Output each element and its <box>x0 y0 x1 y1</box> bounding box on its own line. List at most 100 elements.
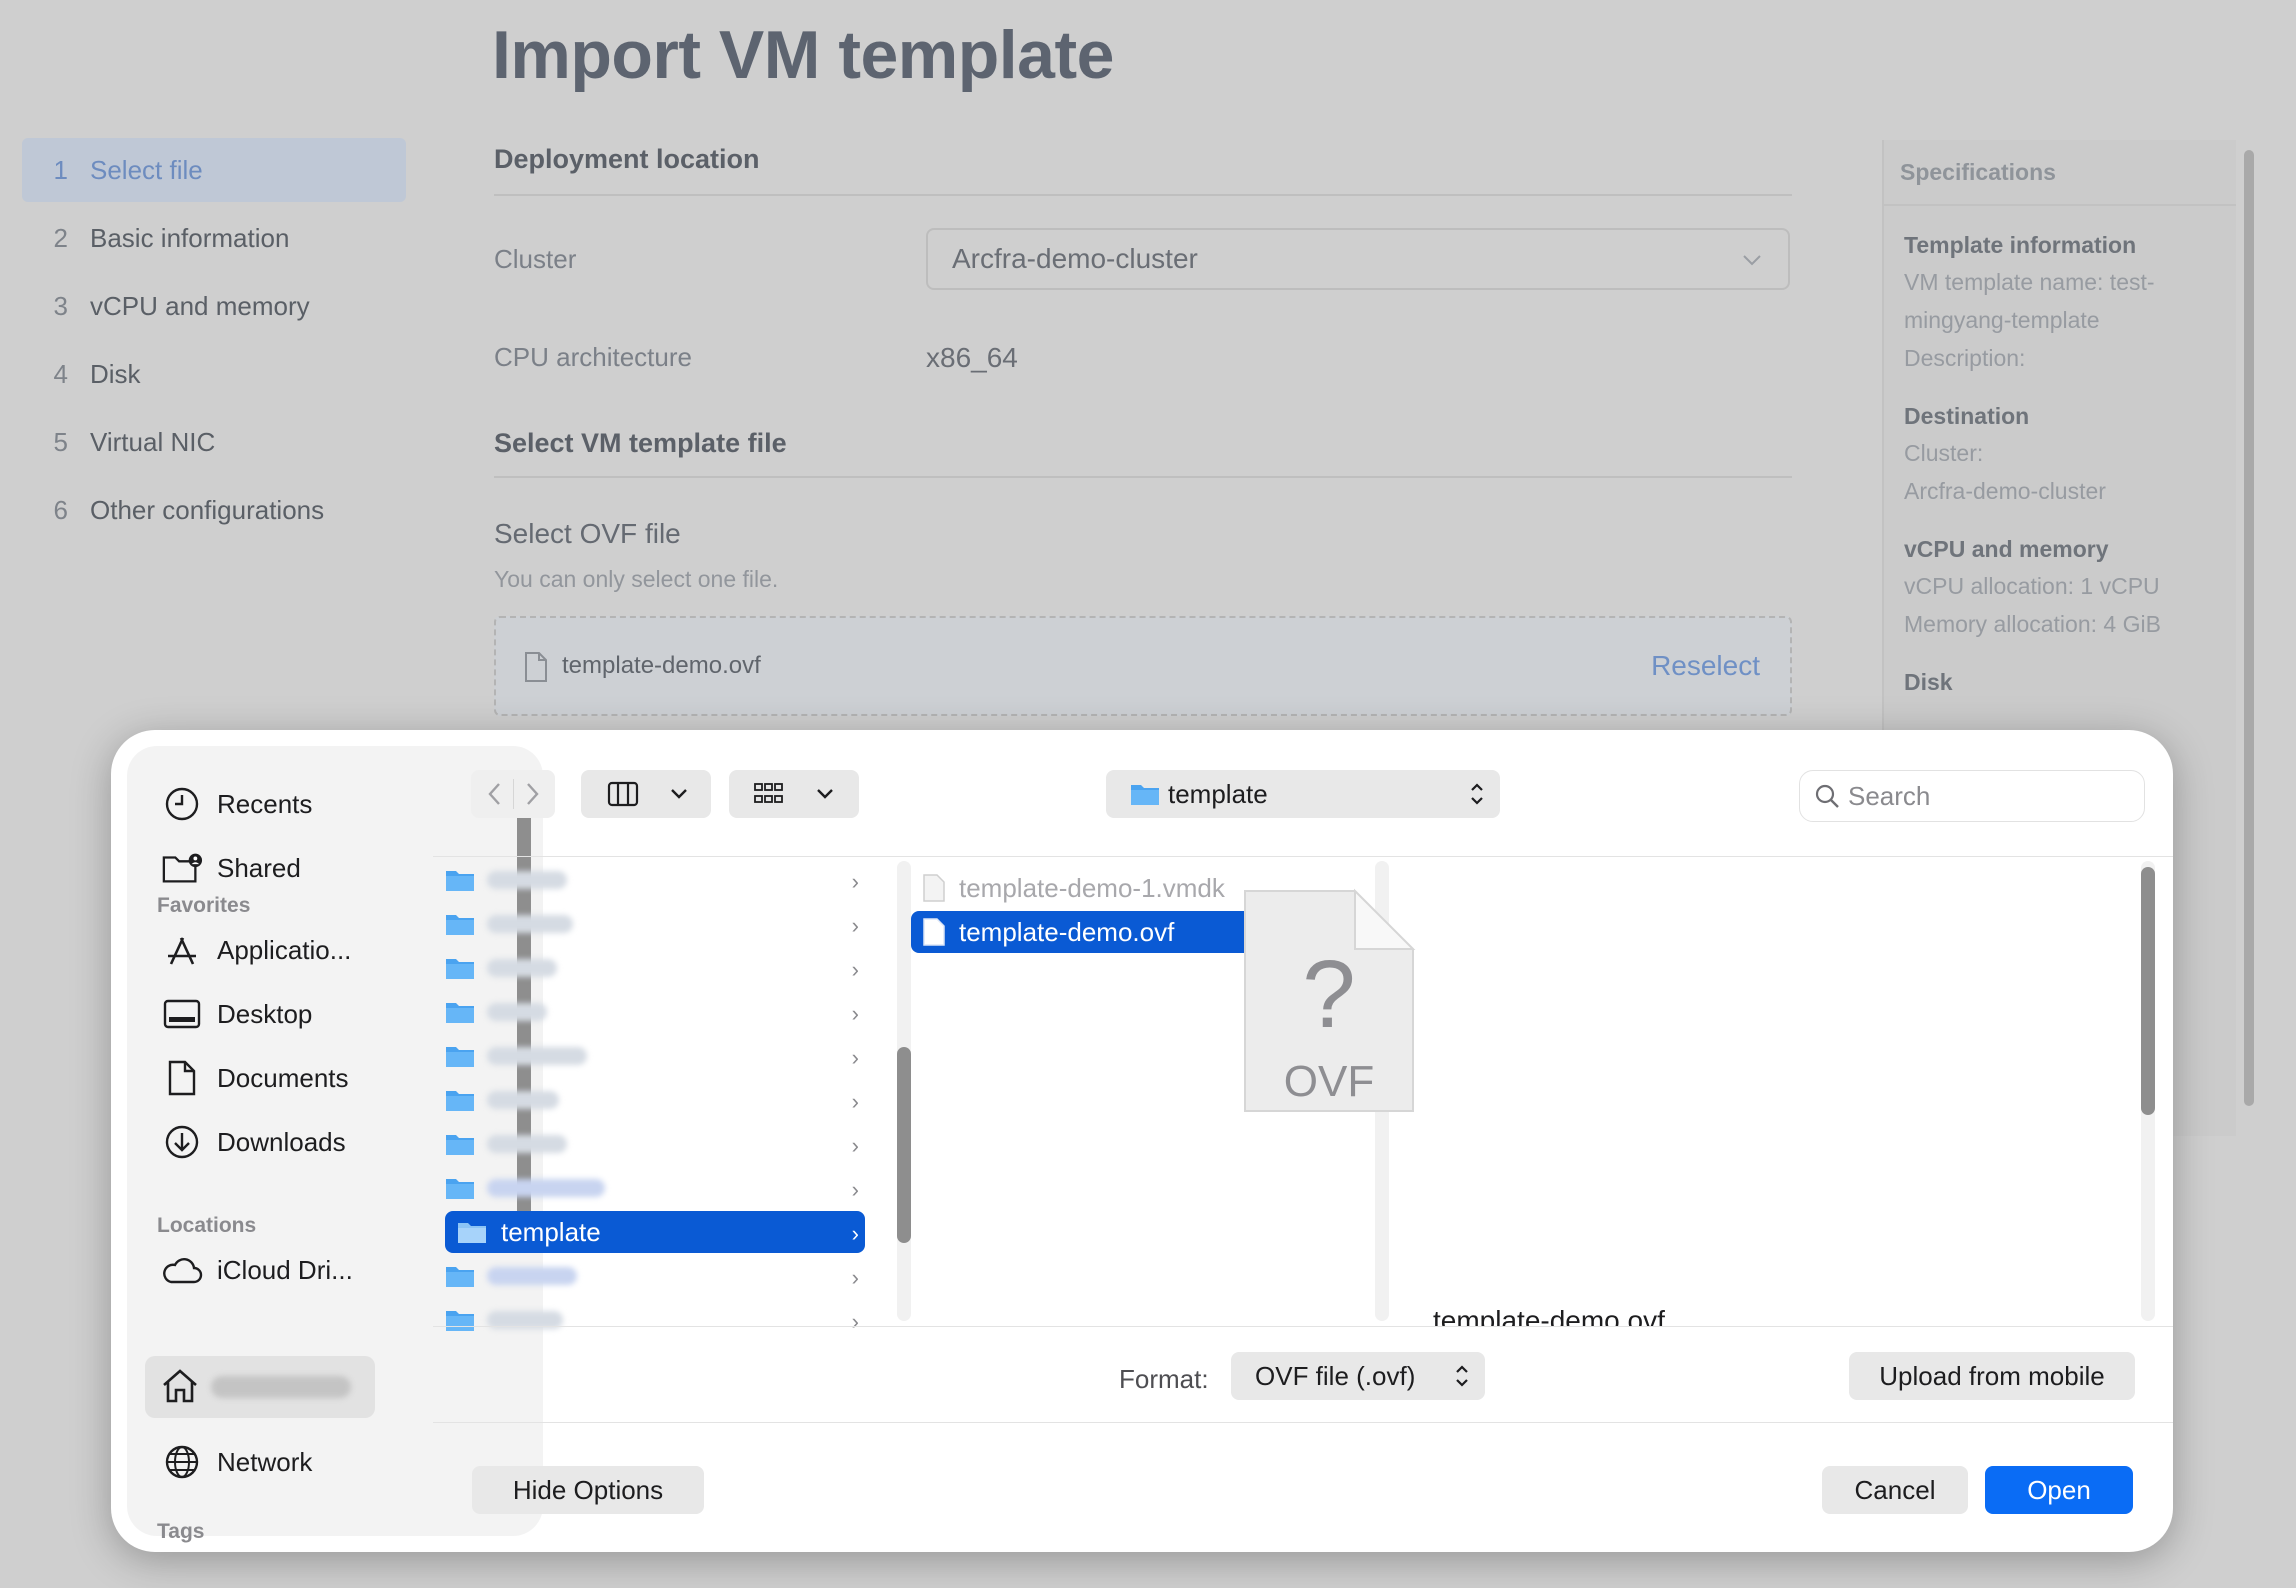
group-mode-button[interactable] <box>729 770 859 818</box>
home-icon <box>161 1368 199 1409</box>
upload-from-mobile-button[interactable]: Upload from mobile <box>1849 1352 2135 1400</box>
spec-cluster-value: Arcfra-demo-cluster <box>1904 478 2106 504</box>
spec-memory-allocation: Memory allocation: 4 GiB <box>1904 611 2161 637</box>
file-dropzone[interactable]: template-demo.ovf Reselect <box>494 616 1792 716</box>
step-number: 1 <box>53 154 68 185</box>
selected-file-name: template-demo.ovf <box>562 652 761 679</box>
columns-view-icon <box>607 781 639 807</box>
spec-cluster-label: Cluster: <box>1904 440 1984 466</box>
sidebar-item-label: Downloads <box>217 1126 346 1157</box>
sidebar-item-downloads[interactable]: Downloads <box>161 1114 346 1170</box>
spec-vcpu-heading: vCPU and memory <box>1904 536 2109 562</box>
step-virtual-nic[interactable]: 5 Virtual NIC <box>22 410 406 474</box>
chevron-right-icon[interactable] <box>522 781 542 807</box>
search-placeholder: Search <box>1848 780 1931 811</box>
step-disk[interactable]: 4 Disk <box>22 342 406 406</box>
spec-disk-heading: Disk <box>1904 669 1953 695</box>
sidebar-item-label: Desktop <box>217 998 313 1029</box>
file-browser: › › › › › › › › template › › › template-d… <box>433 856 2173 1334</box>
search-field[interactable]: Search <box>1799 770 2145 822</box>
deployment-location-title: Deployment location <box>494 144 760 174</box>
sidebar-item-home[interactable] <box>145 1356 375 1418</box>
sidebar-item-label: Shared <box>217 852 301 883</box>
open-button[interactable]: Open <box>1985 1466 2133 1514</box>
sidebar-item-network[interactable]: Network <box>161 1434 312 1490</box>
path-select[interactable]: template <box>1106 770 1500 818</box>
format-select[interactable]: OVF file (.ovf) <box>1231 1352 1485 1400</box>
chevron-left-icon[interactable] <box>485 781 505 807</box>
shared-folder-icon <box>161 847 203 889</box>
spec-description: Description: <box>1904 345 2026 371</box>
step-select-file[interactable]: 1 Select file <box>22 138 406 202</box>
view-mode-button[interactable] <box>581 770 711 818</box>
sidebar-item-icloud[interactable]: iCloud Dri... <box>161 1242 353 1298</box>
spec-template-name: VM template name: test-mingyang-template <box>1904 269 2155 333</box>
folder-icon <box>446 915 474 935</box>
file-preview: ? OVF <box>1239 887 1419 1117</box>
cloud-icon <box>161 1249 203 1291</box>
list-item[interactable]: › <box>445 1167 865 1209</box>
hide-options-button[interactable]: Hide Options <box>472 1466 704 1514</box>
cluster-label: Cluster <box>494 244 577 274</box>
preview-scrollbar[interactable] <box>2141 867 2155 1115</box>
divider <box>494 476 1792 478</box>
step-number: 3 <box>53 290 68 321</box>
step-basic-information[interactable]: 2 Basic information <box>22 206 406 270</box>
step-number: 2 <box>53 222 68 253</box>
list-item[interactable]: › <box>445 903 865 945</box>
sidebar-item-shared[interactable]: Shared <box>161 840 301 896</box>
list-item[interactable]: › <box>445 991 865 1033</box>
step-label: Virtual NIC <box>90 426 216 457</box>
step-other-configurations[interactable]: 6 Other configurations <box>22 478 406 542</box>
list-item[interactable]: › <box>445 1255 865 1297</box>
step-label: vCPU and memory <box>90 290 310 321</box>
spec-template-info-heading: Template information <box>1904 232 2137 258</box>
list-item[interactable]: › <box>445 859 865 901</box>
list-item[interactable]: › <box>445 947 865 989</box>
up-down-chevron-icon <box>1456 1365 1468 1387</box>
format-label: Format: <box>1119 1364 1209 1394</box>
step-number: 4 <box>53 358 68 389</box>
preview-file-name: template-demo.ovf <box>1433 1305 1665 1327</box>
cpu-architecture-value: x86_64 <box>926 342 1018 373</box>
folder-icon <box>446 1135 474 1155</box>
up-down-chevron-icon <box>1471 783 1483 805</box>
step-vcpu-memory[interactable]: 3 vCPU and memory <box>22 274 406 338</box>
list-item-selected-folder[interactable]: template › <box>445 1211 865 1253</box>
specs-scrollbar[interactable] <box>2244 150 2254 1106</box>
folder-icon <box>446 1091 474 1111</box>
back-forward-control <box>471 770 555 818</box>
list-item[interactable]: › <box>445 1299 865 1341</box>
preview-extension: OVF <box>1283 1057 1375 1106</box>
cancel-button[interactable]: Cancel <box>1822 1466 1968 1514</box>
sidebar-item-applications[interactable]: Applicatio... <box>161 922 351 978</box>
spec-vcpu-allocation: vCPU allocation: 1 vCPU <box>1904 573 2160 599</box>
home-name-redacted <box>211 1376 351 1398</box>
chevron-down-icon <box>671 789 687 799</box>
folder-icon <box>1131 785 1159 805</box>
sidebar-item-label: Applicatio... <box>217 934 352 965</box>
reselect-link[interactable]: Reselect <box>1651 650 1760 682</box>
folder-icon <box>446 1179 474 1199</box>
ovf-file-label: Select OVF file <box>494 518 681 549</box>
list-item[interactable]: › <box>445 1123 865 1165</box>
list-item[interactable]: › <box>445 1035 865 1077</box>
applications-icon <box>161 929 203 971</box>
format-value: OVF file (.ovf) <box>1255 1360 1416 1391</box>
folder-icon <box>446 1267 474 1287</box>
list-item[interactable]: › <box>445 1079 865 1121</box>
file-icon <box>525 652 547 682</box>
divider <box>433 1422 2173 1423</box>
search-icon <box>1815 784 1839 808</box>
sidebar-item-desktop[interactable]: Desktop <box>161 986 312 1042</box>
step-label: Basic information <box>90 222 290 253</box>
sidebar-item-recents[interactable]: Recents <box>161 776 312 832</box>
sidebar-item-label: Recents <box>217 788 313 819</box>
cluster-select[interactable]: Arcfra-demo-cluster <box>926 228 1790 290</box>
download-icon <box>161 1121 203 1163</box>
file-name: template-demo-1.vmdk <box>959 872 1225 903</box>
step-label: Other configurations <box>90 494 325 525</box>
folder-icon <box>458 1223 486 1243</box>
sidebar-item-documents[interactable]: Documents <box>161 1050 349 1106</box>
document-icon <box>161 1057 203 1099</box>
